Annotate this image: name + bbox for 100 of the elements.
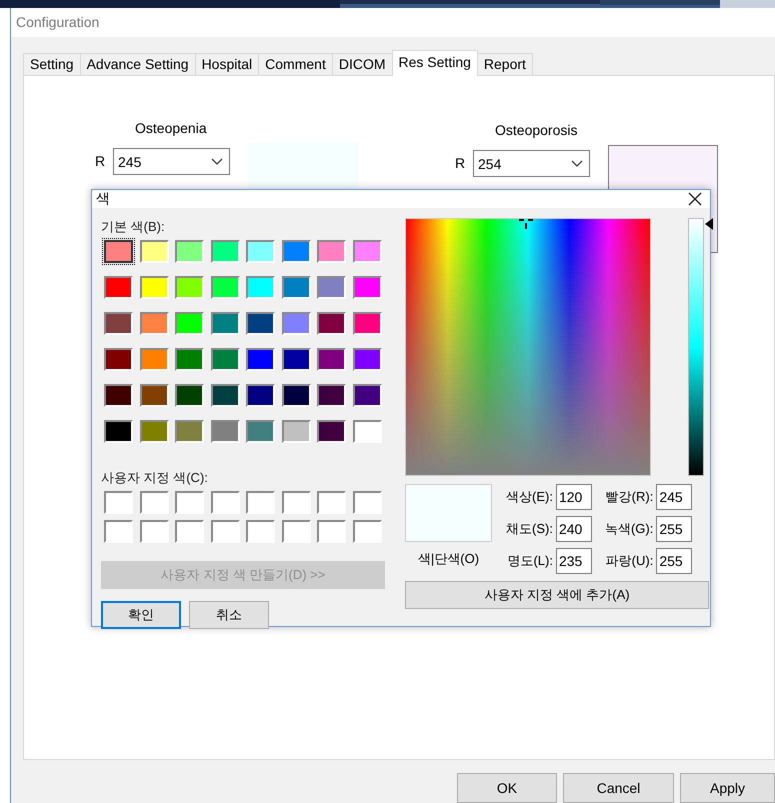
- value-dropdown[interactable]: 254: [473, 150, 590, 177]
- color-swatch[interactable]: [246, 240, 275, 263]
- custom-color-slot[interactable]: [246, 520, 275, 543]
- color-swatch[interactable]: [246, 384, 275, 407]
- close-icon[interactable]: [688, 192, 702, 206]
- custom-color-slot[interactable]: [246, 491, 275, 514]
- field-label: 빨강(R):: [604, 488, 654, 506]
- custom-color-slot[interactable]: [282, 491, 310, 514]
- custom-color-slot[interactable]: [317, 491, 346, 514]
- value-field[interactable]: 255: [656, 548, 692, 574]
- color-swatch[interactable]: [104, 420, 133, 443]
- caret-icon: [211, 158, 223, 166]
- field-label: 녹색(G):: [604, 520, 654, 538]
- value-field[interactable]: 245: [656, 484, 692, 510]
- slider-arrow[interactable]: [705, 218, 713, 230]
- channel-label: R: [95, 152, 106, 169]
- custom-color-slot[interactable]: [352, 491, 382, 514]
- color-swatch[interactable]: [104, 312, 133, 335]
- tab[interactable]: Res Setting: [392, 50, 478, 76]
- custom-color-slot[interactable]: [140, 491, 168, 514]
- color-swatch[interactable]: [210, 384, 240, 407]
- color-swatch[interactable]: [104, 348, 133, 371]
- color-swatch[interactable]: [317, 312, 346, 335]
- color-swatch[interactable]: [140, 348, 168, 371]
- color-swatch[interactable]: [246, 276, 275, 299]
- color-swatch[interactable]: [175, 312, 204, 335]
- custom-color-slot[interactable]: [175, 491, 204, 514]
- preview-label: 색|단색(O): [418, 550, 480, 568]
- color-swatch[interactable]: [175, 276, 204, 299]
- tab[interactable]: Report: [476, 53, 533, 75]
- group-title: Osteoporosis: [495, 122, 578, 140]
- color-swatch[interactable]: [210, 240, 240, 263]
- color-swatch[interactable]: [210, 420, 240, 443]
- color-swatch[interactable]: [352, 240, 382, 263]
- color-swatch[interactable]: [352, 384, 382, 407]
- section-label: 사용자 지정 색(C):: [101, 469, 209, 487]
- color-swatch[interactable]: [210, 312, 240, 335]
- color-swatch[interactable]: [282, 240, 310, 263]
- color-swatch[interactable]: [317, 240, 346, 263]
- color-swatch[interactable]: [282, 420, 310, 443]
- dialog-button[interactable]: OK: [457, 773, 557, 803]
- color-swatch[interactable]: [175, 384, 204, 407]
- color-swatch[interactable]: [210, 348, 240, 371]
- tab[interactable]: Hospital: [194, 53, 260, 75]
- color-swatch[interactable]: [246, 420, 275, 443]
- custom-color-slot[interactable]: [352, 520, 382, 543]
- color-swatch[interactable]: [352, 348, 382, 371]
- value-dropdown[interactable]: 245: [113, 148, 230, 175]
- custom-color-slot[interactable]: [104, 491, 133, 514]
- color-swatch[interactable]: [175, 420, 204, 443]
- color-swatch[interactable]: [140, 384, 168, 407]
- color-swatch[interactable]: [175, 348, 204, 371]
- color-swatch[interactable]: [140, 420, 168, 443]
- tab[interactable]: Setting: [23, 53, 81, 75]
- value-field[interactable]: 240: [556, 516, 592, 542]
- custom-color-slot[interactable]: [210, 520, 240, 543]
- ok-button[interactable]: 확인: [101, 601, 181, 629]
- custom-color-slot[interactable]: [282, 520, 310, 543]
- color-swatch[interactable]: [104, 276, 133, 299]
- color-swatch[interactable]: [140, 276, 168, 299]
- color-swatch[interactable]: [317, 348, 346, 371]
- color-spectrum[interactable]: [405, 218, 651, 476]
- color-swatch[interactable]: [104, 384, 133, 407]
- color-swatch[interactable]: [140, 312, 168, 335]
- color-swatch[interactable]: [282, 312, 310, 335]
- add-custom-color-button[interactable]: 사용자 지정 색에 추가(A): [405, 581, 709, 609]
- custom-color-slot[interactable]: [175, 520, 204, 543]
- color-swatch[interactable]: [352, 312, 382, 335]
- color-swatch[interactable]: [282, 276, 310, 299]
- field-label: 채도(S):: [506, 520, 553, 538]
- color-swatch[interactable]: [246, 348, 275, 371]
- color-swatch[interactable]: [282, 384, 310, 407]
- dialog-button[interactable]: Apply: [680, 773, 775, 803]
- cancel-button[interactable]: 취소: [189, 601, 269, 629]
- color-swatch[interactable]: [317, 420, 346, 443]
- field-label: 파랑(U):: [604, 552, 654, 570]
- color-swatch[interactable]: [352, 276, 382, 299]
- color-swatch[interactable]: [246, 312, 275, 335]
- custom-color-slot[interactable]: [317, 520, 346, 543]
- dialog-button[interactable]: Cancel: [563, 773, 674, 803]
- color-swatch[interactable]: [104, 240, 133, 263]
- value-field[interactable]: 255: [656, 516, 692, 542]
- color-swatch[interactable]: [317, 276, 346, 299]
- custom-color-slot[interactable]: [140, 520, 168, 543]
- color-swatch[interactable]: [140, 240, 168, 263]
- custom-color-slot[interactable]: [104, 520, 133, 543]
- crosshair-icon: [516, 218, 536, 230]
- value-field[interactable]: 235: [556, 548, 592, 574]
- value-field[interactable]: 120: [556, 484, 592, 510]
- color-swatch[interactable]: [175, 240, 204, 263]
- color-swatch[interactable]: [317, 384, 346, 407]
- tab[interactable]: Advance Setting: [80, 53, 196, 75]
- color-swatch[interactable]: [210, 276, 240, 299]
- caret-icon: [571, 160, 583, 168]
- group-title: Osteopenia: [135, 120, 208, 138]
- field-label: 색상(E):: [506, 488, 553, 506]
- color-swatch[interactable]: [352, 420, 382, 443]
- custom-color-slot[interactable]: [210, 491, 240, 514]
- section-label: 기본 색(B):: [101, 218, 166, 236]
- color-swatch[interactable]: [282, 348, 310, 371]
